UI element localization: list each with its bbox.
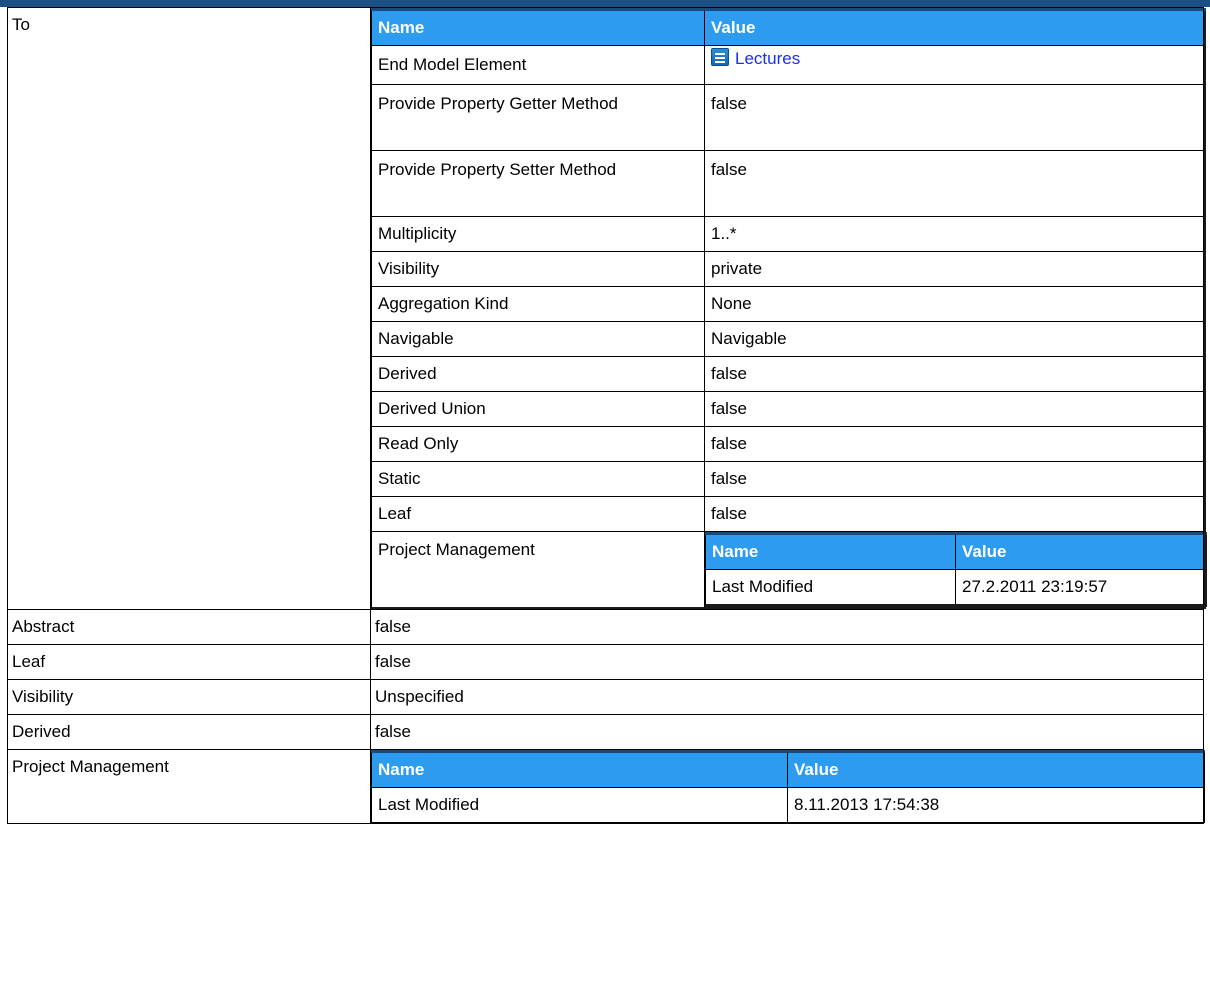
outer-leaf-value: false <box>370 644 1204 680</box>
project-management-table: Name Value Last Modified 8.11.2013 17:54… <box>371 750 1205 823</box>
table-row: Leaf false <box>371 496 1205 532</box>
table-row: Last Modified 8.11.2013 17:54:38 <box>371 787 1205 823</box>
to-pm-header-name: Name <box>705 533 956 570</box>
leaf-value: false <box>704 496 1205 532</box>
to-last-modified-value: 27.2.2011 23:19:57 <box>955 569 1206 606</box>
properties-table: To Name Value End Model Element Lectures… <box>7 7 1207 824</box>
table-row: Leaf false <box>7 644 1204 680</box>
outer-visibility-label: Visibility <box>7 679 371 715</box>
multiplicity-label: Multiplicity <box>371 216 705 252</box>
derived-union-label: Derived Union <box>371 391 705 427</box>
static-label: Static <box>371 461 705 497</box>
to-properties-table: Name Value End Model Element Lectures Pr… <box>371 8 1207 609</box>
to-header-value: Value <box>704 9 1205 46</box>
multiplicity-value: 1..* <box>704 216 1205 252</box>
to-value-cell: Name Value End Model Element Lectures Pr… <box>370 7 1207 610</box>
table-row: Derived false <box>371 356 1205 392</box>
to-project-management-table: Name Value Last Modified 27.2.2011 23:19… <box>705 532 1207 607</box>
aggregation-kind-value: None <box>704 286 1205 322</box>
outer-visibility-value: Unspecified <box>370 679 1204 715</box>
table-row: Derived false <box>7 714 1204 750</box>
to-pm-header-value: Value <box>955 533 1206 570</box>
top-border-bar <box>0 0 1210 7</box>
class-icon <box>711 48 729 66</box>
to-project-management-label: Project Management <box>371 531 705 609</box>
table-row: Visibility private <box>371 251 1205 287</box>
end-model-element-label: End Model Element <box>371 45 705 85</box>
table-row: Visibility Unspecified <box>7 679 1204 715</box>
to-label: To <box>7 7 371 610</box>
lectures-link[interactable]: Lectures <box>735 49 800 68</box>
getter-label: Provide Property Getter Method <box>371 84 705 151</box>
table-row: Abstract false <box>7 609 1204 645</box>
table-row: Read Only false <box>371 426 1205 462</box>
table-row: Derived Union false <box>371 391 1205 427</box>
navigable-value: Navigable <box>704 321 1205 357</box>
table-row: Provide Property Getter Method false <box>371 84 1205 151</box>
table-row: Provide Property Setter Method false <box>371 150 1205 217</box>
table-row: End Model Element Lectures <box>371 45 1205 85</box>
derived-label: Derived <box>371 356 705 392</box>
navigable-label: Navigable <box>371 321 705 357</box>
pm-header-name: Name <box>371 751 788 788</box>
table-row: Aggregation Kind None <box>371 286 1205 322</box>
to-row: To Name Value End Model Element Lectures… <box>7 7 1207 610</box>
to-header-name: Name <box>371 9 705 46</box>
static-value: false <box>704 461 1205 497</box>
derived-union-value: false <box>704 391 1205 427</box>
getter-value: false <box>704 84 1205 151</box>
pm-header-value: Value <box>787 751 1205 788</box>
abstract-value: false <box>370 609 1204 645</box>
leaf-label: Leaf <box>371 496 705 532</box>
aggregation-kind-label: Aggregation Kind <box>371 286 705 322</box>
outer-leaf-label: Leaf <box>7 644 371 680</box>
table-row: Last Modified 27.2.2011 23:19:57 <box>705 569 1206 606</box>
last-modified-value: 8.11.2013 17:54:38 <box>787 787 1205 823</box>
derived-value: false <box>704 356 1205 392</box>
read-only-label: Read Only <box>371 426 705 462</box>
last-modified-label: Last Modified <box>371 787 788 823</box>
table-row: Multiplicity 1..* <box>371 216 1205 252</box>
read-only-value: false <box>704 426 1205 462</box>
table-row: Navigable Navigable <box>371 321 1205 357</box>
visibility-label: Visibility <box>371 251 705 287</box>
table-row: Project Management Name Value Last Modif… <box>371 531 1207 609</box>
to-last-modified-label: Last Modified <box>705 569 956 606</box>
outer-derived-value: false <box>370 714 1204 750</box>
visibility-value: private <box>704 251 1205 287</box>
project-management-label: Project Management <box>7 749 371 824</box>
table-row: Static false <box>371 461 1205 497</box>
setter-value: false <box>704 150 1205 217</box>
table-row: Project Management Name Value Last Modif… <box>7 749 1205 824</box>
abstract-label: Abstract <box>7 609 371 645</box>
setter-label: Provide Property Setter Method <box>371 150 705 217</box>
outer-derived-label: Derived <box>7 714 371 750</box>
